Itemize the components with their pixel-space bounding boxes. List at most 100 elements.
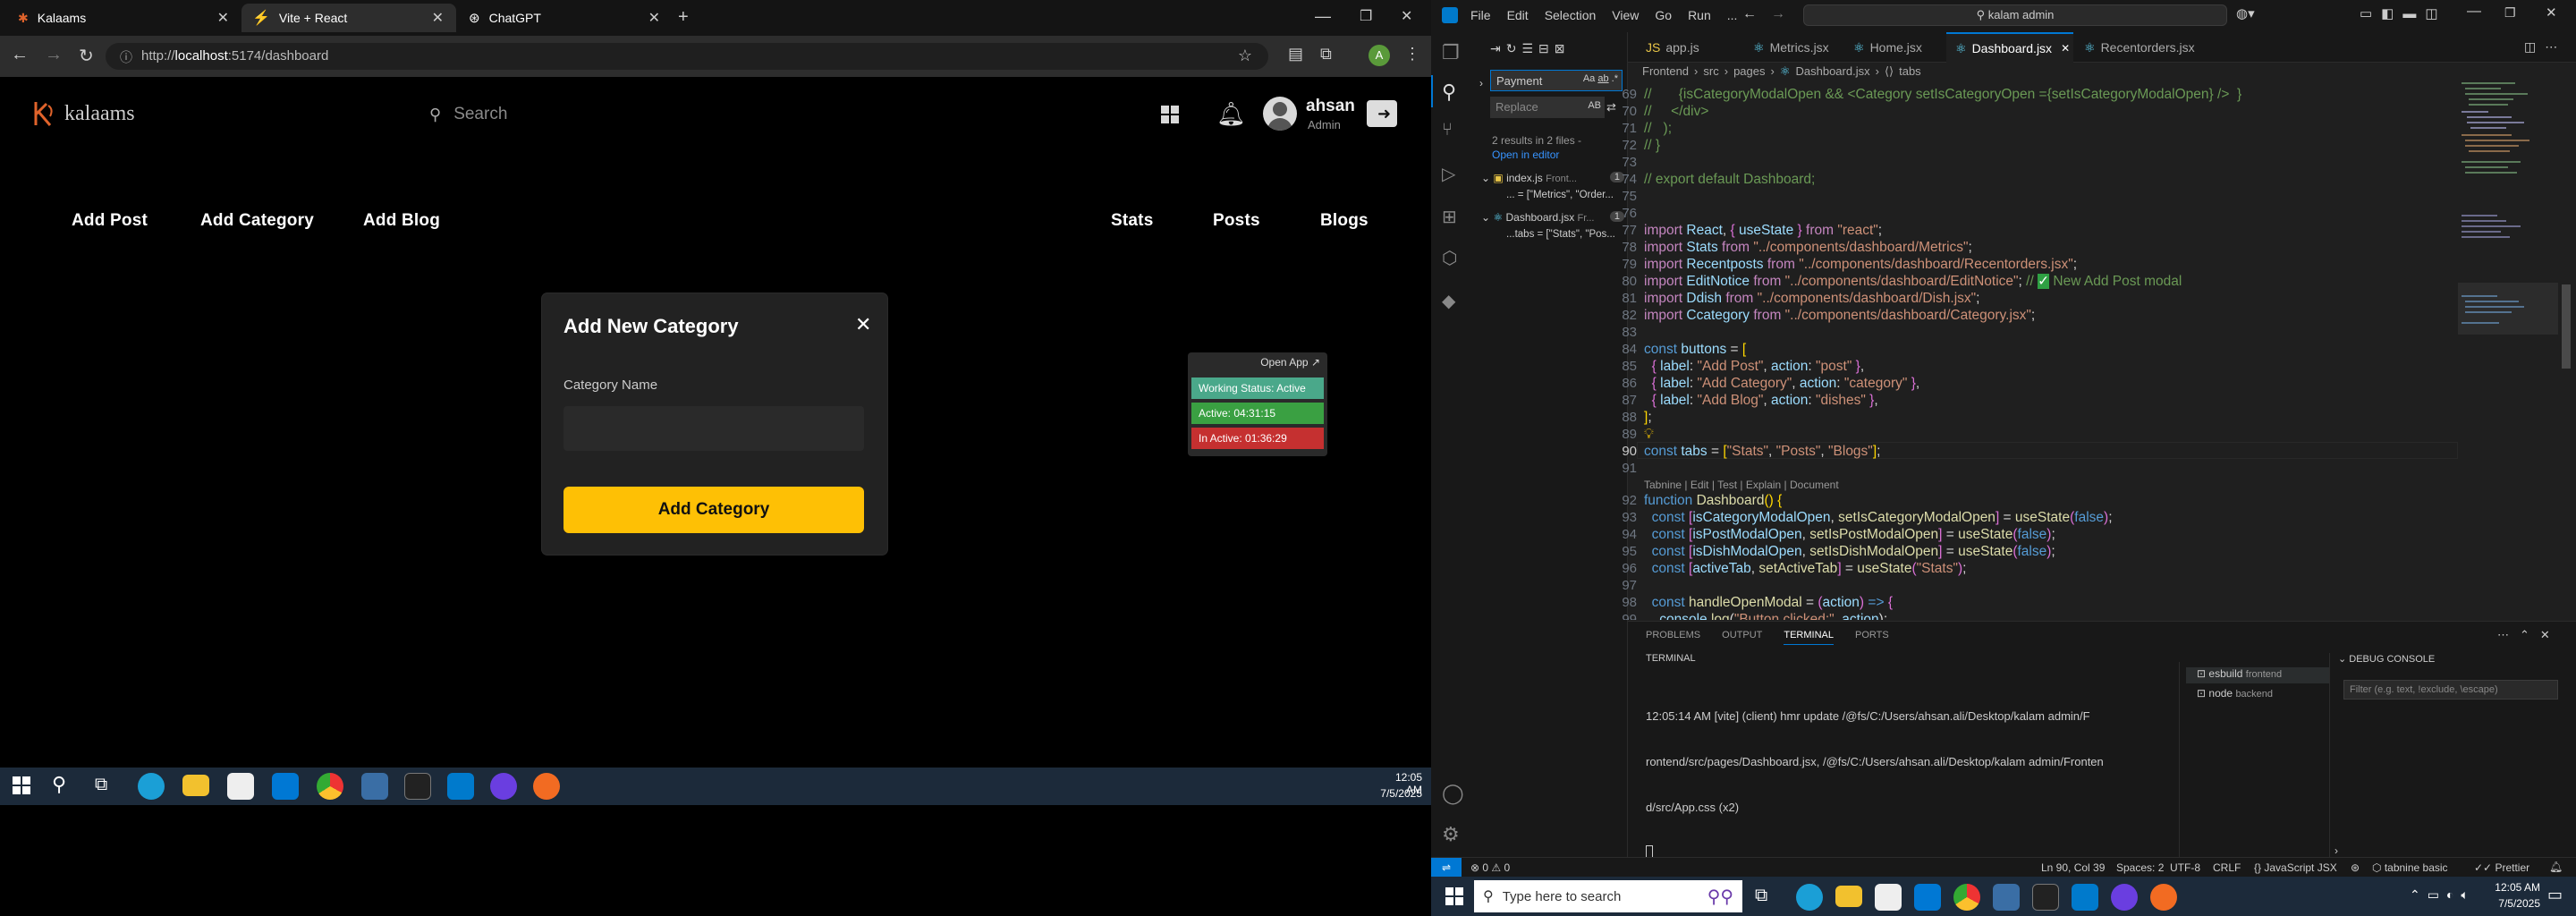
file-explorer-icon[interactable]	[182, 775, 209, 796]
open-in-editor-link[interactable]: Open in editor	[1492, 148, 1559, 161]
minimap[interactable]	[2458, 81, 2558, 617]
account-icon[interactable]: ◯	[1442, 782, 1464, 805]
tabnine-status[interactable]: ⬡ tabnine basic	[2372, 861, 2448, 874]
vscode-icon[interactable]	[447, 773, 474, 800]
open-app-link[interactable]: Open App ↗	[1260, 356, 1320, 369]
menu-run[interactable]: Run	[1688, 8, 1711, 22]
panel-tab-problems[interactable]: PROBLEMS	[1646, 630, 1700, 645]
toggle-replace-icon[interactable]: ›	[1479, 77, 1483, 89]
vscode-maximize-icon[interactable]: ❐	[2504, 5, 2516, 21]
profile-avatar-icon[interactable]: A	[1368, 45, 1390, 66]
split-editor-icon[interactable]: ◫⋯	[2524, 39, 2566, 55]
cursor-position[interactable]: Ln 90, Col 39	[2041, 861, 2105, 874]
add-category-submit-button[interactable]: Add Category	[564, 487, 864, 533]
task-view-icon[interactable]: ⧉	[95, 775, 107, 795]
maximize-icon[interactable]: ❐	[1360, 7, 1372, 25]
grid-icon[interactable]	[1159, 104, 1182, 127]
editor-tab-app[interactable]: JS app.js	[1646, 32, 1699, 63]
problems-indicator[interactable]: ⊗ 0 ⚠ 0	[1470, 861, 1510, 874]
go-live-icon[interactable]: ⊛	[2351, 861, 2360, 874]
notification-bell-icon[interactable]: 🔔︎	[1216, 100, 1246, 128]
copilot-icon[interactable]: ◍▾	[2236, 5, 2255, 21]
vscode-close-icon[interactable]: ✕	[2546, 4, 2557, 21]
taskbar-search[interactable]: ⚲ Type here to search ⚲⚲	[1474, 880, 1742, 912]
close-icon[interactable]: ✕	[855, 313, 871, 336]
close-tab-icon[interactable]: ✕	[648, 9, 660, 27]
remote-indicator-icon[interactable]: ⇌	[1431, 858, 1462, 878]
lightbulb-icon[interactable]: 💡︎	[1644, 426, 1654, 443]
terminal-output[interactable]: 12:05:14 AM [vite] (client) hmr update /…	[1646, 678, 2104, 875]
chevron-right-icon[interactable]: ›	[2334, 844, 2338, 857]
menu-selection[interactable]: Selection	[1545, 8, 1597, 22]
explorer-icon[interactable]: ❐	[1442, 41, 1460, 64]
bookmark-star-icon[interactable]: ☆	[1238, 47, 1252, 65]
chrome-icon[interactable]	[1953, 884, 1980, 911]
nav-forward-icon[interactable]: →	[1771, 6, 1785, 22]
debug-filter-input[interactable]: Filter (e.g. text, !exclude, \escape)	[2343, 680, 2558, 700]
close-window-icon[interactable]: ✕	[1401, 7, 1412, 25]
indentation[interactable]: Spaces: 2	[2116, 861, 2164, 874]
chrome-icon[interactable]	[317, 773, 343, 800]
extension-icon[interactable]: ▤	[1288, 45, 1308, 66]
notification-center-icon[interactable]: ▭	[2547, 886, 2563, 904]
editor-tab-dashboard[interactable]: ⚛ Dashboard.jsx ✕	[1946, 32, 2073, 63]
forward-icon[interactable]: →	[45, 45, 63, 65]
search-icon[interactable]: ⚲	[1442, 81, 1456, 104]
tab-posts[interactable]: Posts	[1213, 211, 1260, 231]
browser-tab-vite[interactable]: ⚡ Vite + React ✕	[242, 4, 456, 32]
browser-tab-chatgpt[interactable]: ⊛ ChatGPT ✕	[458, 4, 673, 32]
edge-icon[interactable]	[138, 773, 165, 800]
nav-back-icon[interactable]: ←	[1742, 6, 1757, 22]
replace-input[interactable]: Replace AB	[1490, 97, 1605, 118]
postman-icon[interactable]	[533, 773, 560, 800]
vscode-icon[interactable]	[2072, 884, 2098, 911]
file-explorer-icon[interactable]	[1835, 886, 1862, 907]
mail-icon[interactable]	[1914, 884, 1941, 911]
command-center[interactable]: ⚲ kalam admin	[1803, 4, 2227, 26]
back-icon[interactable]: ←	[11, 45, 29, 65]
app-icon[interactable]	[361, 773, 388, 800]
tabnine-icon[interactable]: ⬡	[1442, 247, 1457, 269]
settings-gear-icon[interactable]: ⚙	[1442, 823, 1460, 846]
windows-start-icon[interactable]	[13, 776, 30, 799]
menu-go[interactable]: Go	[1655, 8, 1672, 22]
tab-blogs[interactable]: Blogs	[1320, 211, 1368, 231]
source-control-icon[interactable]: ⑂	[1442, 120, 1453, 140]
add-post-button[interactable]: Add Post	[72, 211, 148, 231]
store-icon[interactable]	[1875, 884, 1902, 911]
browser-menu-icon[interactable]: ⋮	[1404, 45, 1420, 64]
zoom-icon[interactable]	[490, 773, 517, 800]
close-tab-icon[interactable]: ✕	[2061, 42, 2070, 55]
logout-icon[interactable]: ➜	[1367, 100, 1397, 127]
postman-icon[interactable]	[2150, 884, 2177, 911]
end-of-line[interactable]: CRLF	[2213, 861, 2241, 874]
address-bar[interactable]: ⓘ http://localhost:5174/dashboard ☆	[106, 43, 1268, 70]
new-tab-icon[interactable]: +	[678, 7, 689, 28]
editor-tab-metrics[interactable]: ⚛ Metrics.jsx	[1753, 32, 1829, 63]
terminal-icon[interactable]	[404, 773, 431, 800]
system-tray-icons[interactable]: ⌃▭◐🔈︎	[2410, 887, 2476, 903]
category-name-input[interactable]	[564, 406, 864, 451]
editor-scrollbar-thumb[interactable]	[2562, 284, 2571, 369]
run-debug-icon[interactable]: ▷	[1442, 163, 1455, 185]
close-tab-icon[interactable]: ✕	[217, 9, 229, 27]
remote-icon[interactable]: ◆	[1442, 290, 1455, 312]
app-logo[interactable]: kalaams	[30, 95, 147, 132]
avatar[interactable]	[1263, 97, 1297, 131]
terminal-instance-esbuild[interactable]: ⊡ esbuild frontend	[2186, 667, 2329, 683]
terminal-instance-node[interactable]: ⊡ node backend	[2186, 687, 2329, 703]
browser-tab-kalaams[interactable]: ✱ Kalaams ✕	[7, 4, 242, 32]
search-input[interactable]: Search	[453, 105, 507, 124]
terminal-icon[interactable]	[2032, 884, 2059, 911]
vscode-minimize-icon[interactable]: —	[2467, 4, 2481, 20]
extensions-puzzle-icon[interactable]: ⧉	[1320, 45, 1332, 64]
menu-edit[interactable]: Edit	[1507, 8, 1529, 22]
zoom-icon[interactable]	[2111, 884, 2138, 911]
notifications-bell-icon[interactable]: 🔔︎	[2549, 861, 2563, 873]
minimize-icon[interactable]: —	[1315, 7, 1331, 26]
panel-tab-terminal[interactable]: TERMINAL	[1784, 630, 1834, 645]
reload-icon[interactable]: ↻	[79, 45, 94, 67]
mail-icon[interactable]	[272, 773, 299, 800]
prettier-status[interactable]: ✓✓ Prettier	[2474, 861, 2529, 874]
app-search[interactable]: ⚲ Search	[429, 100, 751, 129]
